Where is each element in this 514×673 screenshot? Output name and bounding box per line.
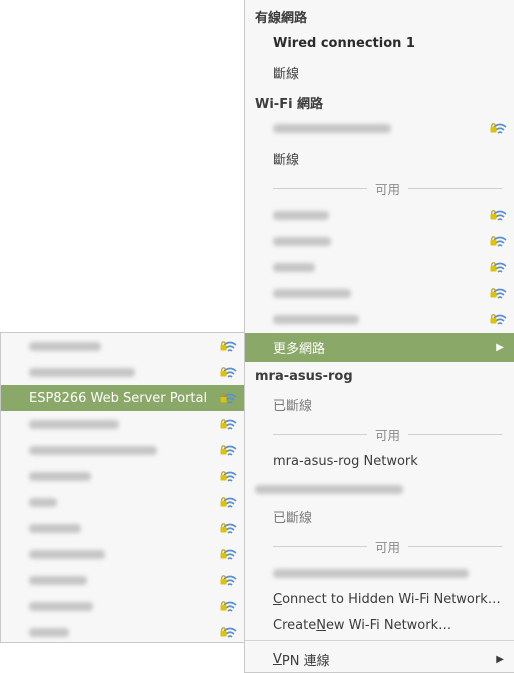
device-header: mra-asus-rog: [255, 368, 353, 384]
available-separator: 可用: [273, 536, 503, 556]
wifi-signal-lock-icon: [490, 210, 507, 221]
wifi-signal-lock-icon: [220, 445, 237, 456]
wifi-network-item[interactable]: [1, 541, 244, 567]
wired-disconnect-item[interactable]: 斷線: [245, 59, 514, 85]
network-name-redacted: [273, 314, 359, 324]
wired-networks-header: 有線網路: [255, 10, 308, 26]
network-name-redacted: [273, 568, 469, 578]
wifi-signal-lock-icon: [490, 262, 507, 273]
wifi-network-item[interactable]: [1, 411, 244, 437]
wifi-signal-lock-icon: [220, 393, 237, 404]
network-name-redacted: [29, 497, 57, 507]
wifi-network-item[interactable]: [1, 333, 244, 359]
vpn-connections-item[interactable]: V PN 連線 ▶: [245, 646, 514, 672]
wifi-network-item[interactable]: [245, 280, 514, 306]
network-name-redacted: [29, 575, 87, 585]
menu-divider: [245, 640, 514, 641]
wifi-signal-lock-icon: [220, 341, 237, 352]
wifi-signal-lock-icon: [490, 236, 507, 247]
wifi-disconnect-item[interactable]: 斷線: [245, 145, 514, 171]
network-name-redacted: [29, 341, 101, 351]
wifi-signal-lock-icon: [490, 288, 507, 299]
create-new-network-item[interactable]: Create New Wi-Fi Network…: [245, 612, 514, 638]
wifi-network-item[interactable]: [245, 306, 514, 332]
wifi-signal-lock-icon: [220, 497, 237, 508]
network-name-redacted: [29, 549, 105, 559]
connect-hidden-network-item[interactable]: Connect to Hidden Wi-Fi Network…: [245, 586, 514, 612]
more-networks-label: 更多網路: [273, 342, 326, 357]
wifi-signal-lock-icon: [490, 314, 507, 325]
wifi-network-item[interactable]: [1, 463, 244, 489]
wifi-signal-lock-icon: [220, 471, 237, 482]
wired-connection-item[interactable]: Wired connection 1: [245, 30, 514, 56]
available-separator: 可用: [273, 424, 503, 444]
chevron-right-icon: ▶: [496, 342, 504, 353]
wifi-networks-header: Wi-Fi 網路: [255, 96, 324, 112]
wifi-signal-lock-icon: [490, 123, 507, 134]
wifi-network-item[interactable]: [245, 202, 514, 228]
menu-label-part: Create: [273, 617, 317, 633]
esp8266-network-item[interactable]: ESP8266 Web Server Portal: [1, 385, 244, 411]
wifi-signal-lock-icon: [220, 419, 237, 430]
wifi-network-item[interactable]: [1, 515, 244, 541]
wifi-network-item[interactable]: [1, 593, 244, 619]
device-network-item[interactable]: mra-asus-rog Network: [245, 448, 514, 474]
more-networks-item[interactable]: 更多網路 ▶: [245, 333, 514, 362]
device2-header: [245, 476, 514, 502]
available-separator: 可用: [273, 178, 503, 198]
menu-label-part: PN 連線: [281, 653, 330, 669]
more-networks-submenu: ESP8266 Web Server Portal: [0, 332, 245, 643]
wifi-signal-lock-icon: [220, 601, 237, 612]
network-name-redacted: [273, 210, 329, 220]
wifi-signal-lock-icon: [220, 523, 237, 534]
network-name-redacted: [29, 445, 157, 455]
device-disconnected-status: 已斷線: [273, 398, 313, 414]
wifi-signal-lock-icon: [220, 549, 237, 560]
device2-network-item[interactable]: [245, 560, 514, 586]
available-label: 可用: [375, 181, 401, 197]
mnemonic-letter: V: [273, 651, 282, 667]
device-name-redacted: [255, 484, 403, 494]
mnemonic-letter: N: [316, 617, 326, 633]
network-name-redacted: [29, 523, 81, 533]
wifi-network-item[interactable]: [1, 359, 244, 385]
wifi-network-item[interactable]: [245, 254, 514, 280]
available-label: 可用: [375, 427, 401, 443]
wifi-signal-lock-icon: [220, 627, 237, 638]
network-name-redacted: [29, 627, 69, 637]
wifi-network-connected[interactable]: [245, 115, 514, 141]
network-name-redacted: [273, 236, 331, 246]
wifi-network-item[interactable]: [1, 489, 244, 515]
wifi-network-item[interactable]: [1, 619, 244, 645]
device2-disconnected-status: 已斷線: [273, 510, 313, 526]
wifi-signal-lock-icon: [220, 575, 237, 586]
wifi-signal-lock-icon: [220, 367, 237, 378]
wifi-network-item[interactable]: [1, 567, 244, 593]
wifi-network-item[interactable]: [245, 228, 514, 254]
network-name-redacted: [273, 262, 315, 272]
network-name-redacted: [29, 471, 91, 481]
mnemonic-letter: C: [273, 591, 283, 607]
network-name-redacted: [29, 601, 93, 611]
network-name-redacted: [273, 123, 391, 133]
network-name-redacted: [29, 419, 119, 429]
chevron-right-icon: ▶: [496, 653, 504, 665]
network-menu: 有線網路 Wired connection 1 斷線 Wi-Fi 網路 斷線 可…: [244, 0, 514, 673]
menu-label-part: ew Wi-Fi Network…: [325, 617, 452, 633]
available-label: 可用: [375, 539, 401, 555]
network-name-redacted: [29, 367, 135, 377]
network-name: ESP8266 Web Server Portal: [29, 390, 208, 406]
menu-label-part: onnect to Hidden Wi-Fi Network…: [282, 591, 501, 607]
network-name-redacted: [273, 288, 351, 298]
wifi-network-item[interactable]: [1, 437, 244, 463]
